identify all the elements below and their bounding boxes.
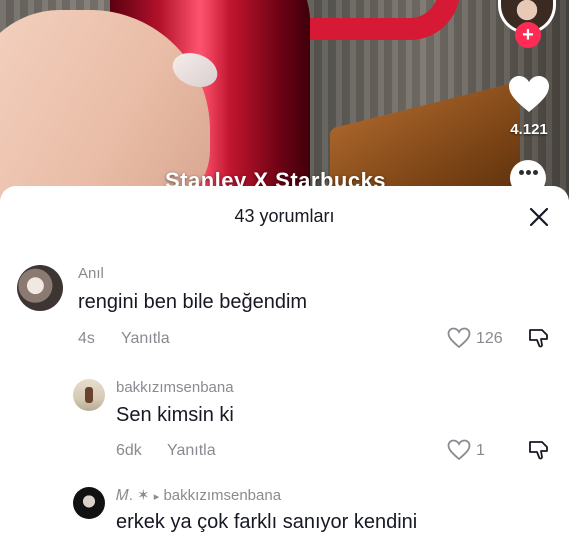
video-player[interactable]: Stanley X Starbucks + 4.121 (0, 0, 569, 200)
comment-text: erkek ya çok farklı sanıyor kendini (116, 511, 418, 533)
reply-button[interactable]: Yanıtla (121, 330, 170, 348)
comment-username[interactable]: 𝑀. ✶ (116, 487, 150, 504)
close-icon[interactable] (524, 202, 554, 232)
avatar[interactable] (73, 487, 105, 519)
reply-arrow-icon: ▸ (153, 491, 160, 503)
comment-time: 6dk (116, 442, 142, 459)
heart-outline-icon[interactable] (447, 327, 471, 349)
comment-username-row: 𝑀. ✶ ▸ bakkızımsenbana (116, 486, 281, 504)
reply-to-username[interactable]: bakkızımsenbana (163, 487, 281, 504)
dislike-icon[interactable] (527, 326, 551, 350)
avatar[interactable] (73, 379, 105, 411)
reply-button[interactable]: Yanıtla (167, 442, 216, 460)
tiktok-screen: Stanley X Starbucks + 4.121 43 yorumları… (0, 0, 569, 539)
like-count: 1 (476, 442, 485, 459)
like-count: 126 (476, 330, 503, 347)
comments-sheet: 43 yorumları Anıl rengini ben bile beğen… (0, 186, 569, 539)
comment-text: Sen kimsin ki (116, 404, 234, 426)
dislike-icon[interactable] (527, 438, 551, 462)
comments-count-title: 43 yorumları (234, 206, 335, 226)
avatar[interactable] (17, 265, 63, 311)
comment-text: rengini ben bile beğendim (78, 291, 308, 313)
comment-username[interactable]: bakkızımsenbana (116, 379, 234, 396)
comment-time: 4s (78, 330, 95, 347)
follow-button[interactable]: + (515, 22, 541, 48)
heart-outline-icon[interactable] (447, 439, 471, 461)
heart-icon[interactable] (507, 74, 551, 114)
like-count: 4.121 (510, 121, 548, 138)
comment-username[interactable]: Anıl (78, 265, 104, 282)
